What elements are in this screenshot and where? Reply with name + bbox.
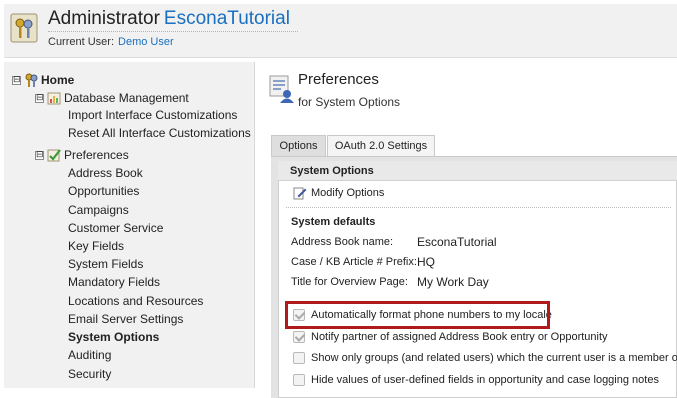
hide-values-label: Hide values of user-defined fields in op… [311,374,659,386]
collapse-icon[interactable]: ⊟ [35,93,44,103]
overview-title-label: Title for Overview Page: [291,276,408,288]
tree-item-campaigns[interactable]: Campaigns [68,201,129,219]
page-subtitle: for System Options [298,95,401,109]
section-divider [286,207,671,208]
defaults-title: System defaults [291,216,376,228]
home-keys-icon [25,73,38,87]
tree-label-database-management: Database Management [64,91,189,105]
role-title: Administrator [48,8,160,29]
collapse-icon[interactable]: ⊟ [12,75,21,85]
app-header: Administrator EsconaTutorial Current User… [4,4,677,58]
sidebar-divider [254,62,255,388]
hide-values-checkbox[interactable] [293,374,305,386]
checkbox-row-notify-partner[interactable]: Notify partner of assigned Address Book … [293,329,608,345]
tree-item-security[interactable]: Security [68,365,111,383]
section-header: System Options [278,161,677,181]
kb-prefix-value: HQ [417,255,435,269]
show-only-groups-label: Show only groups (and related users) whi… [311,352,677,364]
admin-keys-icon [10,13,38,43]
tree-label-home: Home [41,73,75,87]
preferences-user-icon [269,75,294,103]
kb-prefix-label: Case / KB Article # Prefix: [291,256,417,268]
header-divider [48,31,298,32]
tree-label-preferences: Preferences [64,148,129,162]
tree-node-preferences[interactable]: ⊟ Preferences [35,146,129,164]
page-title: Preferences [298,71,379,88]
address-book-name-label: Address Book name: [291,236,394,248]
tab-options[interactable]: Options [271,135,326,157]
app-title: Administrator EsconaTutorial [48,8,290,30]
database-chart-icon [47,92,61,105]
tree-item-reset-all-interface-customizations[interactable]: Reset All Interface Customizations [68,124,251,142]
show-only-groups-checkbox[interactable] [293,352,305,364]
tree-item-customer-service[interactable]: Customer Service [68,219,163,237]
tree-item-import-interface-customizations[interactable]: Import Interface Customizations [68,106,237,124]
tree-node-home[interactable]: ⊟ Home [12,71,74,89]
tree-item-mandatory-fields[interactable]: Mandatory Fields [68,273,160,291]
notify-partner-label: Notify partner of assigned Address Book … [311,331,608,343]
tree-item-opportunities[interactable]: Opportunities [68,182,139,200]
tree-item-key-fields[interactable]: Key Fields [68,237,124,255]
modify-options-button[interactable]: Modify Options [293,184,384,202]
org-name: EsconaTutorial [163,8,290,29]
current-user-line: Current User: Demo User [48,36,174,48]
current-user-label: Current User: [48,36,115,48]
current-user-link[interactable]: Demo User [118,36,174,48]
checkbox-row-show-only-groups[interactable]: Show only groups (and related users) whi… [293,350,677,366]
overview-title-value: My Work Day [417,275,489,289]
tree-item-system-fields[interactable]: System Fields [68,255,143,273]
modify-options-label: Modify Options [311,187,385,199]
tab-oauth-settings[interactable]: OAuth 2.0 Settings [327,135,435,157]
preferences-check-icon [47,149,61,162]
tree-item-locations-and-resources[interactable]: Locations and Resources [68,292,203,310]
checkbox-row-hide-values[interactable]: Hide values of user-defined fields in op… [293,372,659,388]
tree-item-auditing[interactable]: Auditing [68,346,111,364]
tree-item-address-book[interactable]: Address Book [68,164,143,182]
highlight-annotation-box [285,301,550,329]
edit-pencil-icon [293,187,307,200]
address-book-name-value: EsconaTutorial [417,235,497,249]
tree-item-email-server-settings[interactable]: Email Server Settings [68,310,183,328]
tree-node-database-management[interactable]: ⊟ Database Management [35,89,189,107]
notify-partner-checkbox[interactable] [293,331,305,343]
collapse-icon[interactable]: ⊟ [35,150,44,160]
tree-item-system-options[interactable]: System Options [68,328,159,346]
